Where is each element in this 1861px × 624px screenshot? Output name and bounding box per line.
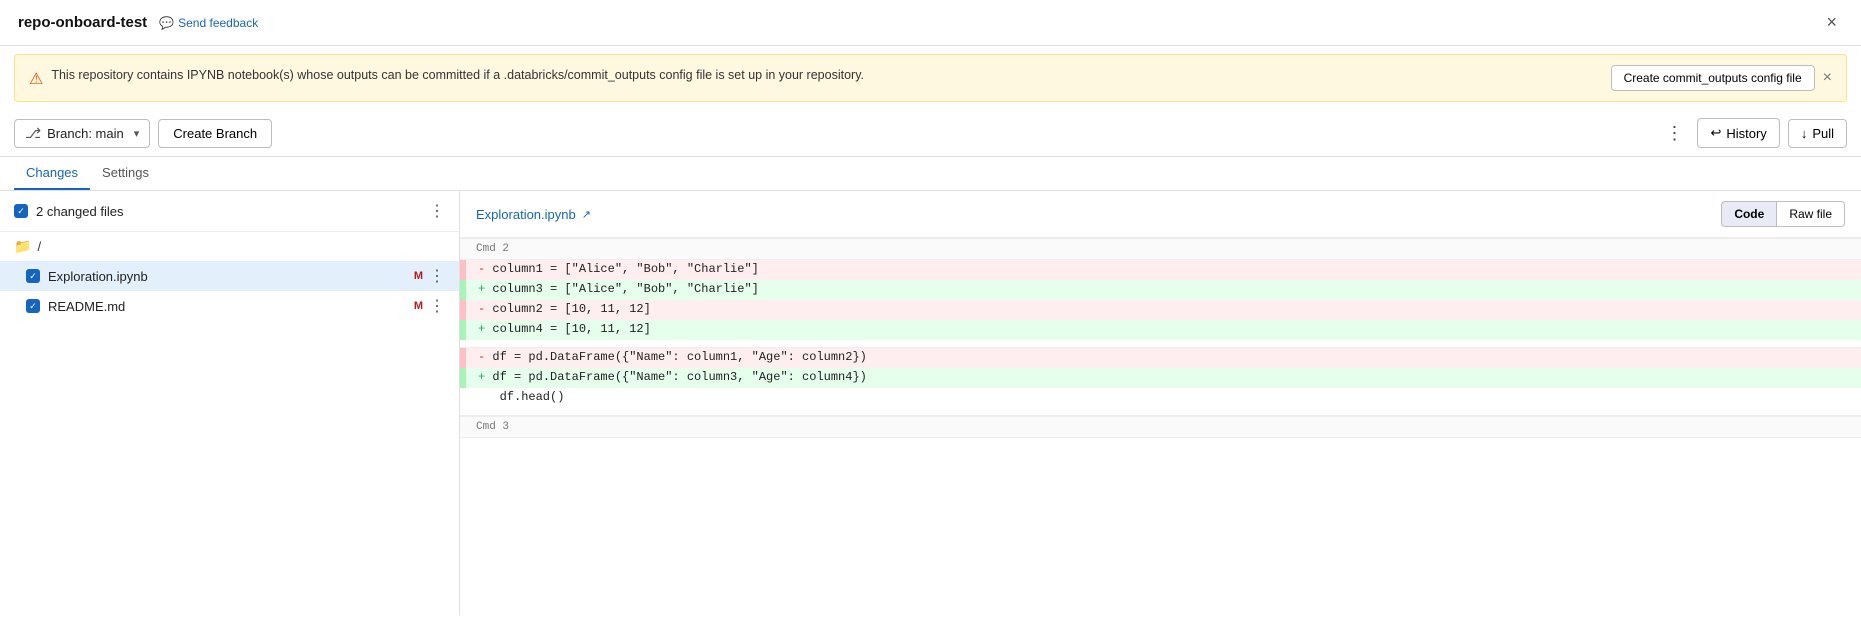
send-feedback-label: Send feedback bbox=[178, 16, 258, 30]
diff-line-text: - df = pd.DataFrame({"Name": column1, "A… bbox=[466, 348, 1861, 368]
minus-prefix: - bbox=[478, 262, 485, 276]
folder-label: / bbox=[37, 239, 41, 254]
file-row[interactable]: README.md M ⋮ bbox=[0, 291, 459, 321]
repo-name: repo-onboard-test bbox=[18, 14, 147, 31]
diff-line: - column2 = [10, 11, 12] bbox=[460, 300, 1861, 320]
file-row-right-readme: M ⋮ bbox=[414, 296, 445, 316]
select-all-checkbox[interactable] bbox=[14, 204, 28, 218]
diff-content: Cmd 2 - column1 = ["Alice", "Bob", "Char… bbox=[460, 238, 1861, 458]
toolbar: ⎇ Branch: main ▾ Create Branch ⋮ ↩ Histo… bbox=[0, 110, 1861, 157]
file-name-readme: README.md bbox=[48, 299, 125, 314]
diff-line-text: + column3 = ["Alice", "Bob", "Charlie"] bbox=[466, 280, 1861, 300]
main-content: 2 changed files ⋮ 📁 / Exploration.ipynb … bbox=[0, 191, 1861, 615]
file-panel-title: 2 changed files bbox=[14, 204, 123, 219]
diff-line: + df = pd.DataFrame({"Name": column3, "A… bbox=[460, 368, 1861, 388]
file-more-readme[interactable]: ⋮ bbox=[429, 296, 445, 316]
history-icon: ↩ bbox=[1710, 125, 1721, 141]
diff-line-text bbox=[466, 438, 1861, 458]
send-feedback-link[interactable]: 💬 Send feedback bbox=[159, 16, 258, 30]
top-bar-left: repo-onboard-test 💬 Send feedback bbox=[18, 14, 258, 31]
diff-line-text: - column1 = ["Alice", "Bob", "Charlie"] bbox=[466, 260, 1861, 280]
toolbar-right: ⋮ ↩ History ↓ Pull bbox=[1659, 118, 1847, 148]
diff-line: df.head() bbox=[460, 388, 1861, 408]
cmd2-label: Cmd 2 bbox=[460, 238, 1861, 260]
create-config-button[interactable]: Create commit_outputs config file bbox=[1611, 65, 1815, 91]
rawfile-view-button[interactable]: Raw file bbox=[1777, 201, 1845, 227]
tab-settings[interactable]: Settings bbox=[90, 157, 161, 190]
diff-spacer bbox=[460, 408, 1861, 416]
diff-line: - df = pd.DataFrame({"Name": column1, "A… bbox=[460, 348, 1861, 368]
banner-right: Create commit_outputs config file × bbox=[1611, 65, 1832, 91]
pull-icon: ↓ bbox=[1801, 126, 1808, 141]
banner-close-button[interactable]: × bbox=[1823, 69, 1832, 87]
tab-changes[interactable]: Changes bbox=[14, 157, 90, 190]
file-panel-header: 2 changed files ⋮ bbox=[0, 191, 459, 232]
minus-prefix: - bbox=[478, 302, 485, 316]
banner-text: This repository contains IPYNB notebook(… bbox=[51, 68, 864, 82]
modified-badge-readme: M bbox=[414, 300, 423, 312]
create-branch-button[interactable]: Create Branch bbox=[158, 119, 272, 148]
code-view-button[interactable]: Code bbox=[1721, 201, 1777, 227]
warning-icon: ⚠ bbox=[29, 69, 43, 89]
modified-badge-exploration: M bbox=[414, 270, 423, 282]
file-panel: 2 changed files ⋮ 📁 / Exploration.ipynb … bbox=[0, 191, 460, 615]
file-row-right-exploration: M ⋮ bbox=[414, 266, 445, 286]
file-row-left: Exploration.ipynb bbox=[26, 269, 148, 284]
diff-line: + column3 = ["Alice", "Bob", "Charlie"] bbox=[460, 280, 1861, 300]
file-checkbox-exploration[interactable] bbox=[26, 269, 40, 283]
diff-filename-text: Exploration.ipynb bbox=[476, 207, 576, 222]
branch-icon: ⎇ bbox=[25, 125, 41, 142]
diff-line: + column4 = [10, 11, 12] bbox=[460, 320, 1861, 340]
file-row[interactable]: Exploration.ipynb M ⋮ bbox=[0, 261, 459, 291]
folder-row: 📁 / bbox=[0, 232, 459, 261]
external-link-icon: ↗ bbox=[582, 208, 591, 221]
branch-selector[interactable]: ⎇ Branch: main ▾ bbox=[14, 119, 150, 148]
toolbar-left: ⎇ Branch: main ▾ Create Branch bbox=[14, 119, 272, 148]
file-checkbox-readme[interactable] bbox=[26, 299, 40, 313]
diff-line-empty bbox=[460, 438, 1861, 458]
folder-icon: 📁 bbox=[14, 238, 31, 255]
diff-panel: Exploration.ipynb ↗ Code Raw file Cmd 2 … bbox=[460, 191, 1861, 615]
diff-line-text: df.head() bbox=[466, 388, 1861, 408]
diff-header: Exploration.ipynb ↗ Code Raw file bbox=[460, 191, 1861, 238]
diff-filename[interactable]: Exploration.ipynb ↗ bbox=[476, 207, 591, 222]
tabs-bar: Changes Settings bbox=[0, 157, 1861, 191]
diff-line: - column1 = ["Alice", "Bob", "Charlie"] bbox=[460, 260, 1861, 280]
plus-prefix: + bbox=[478, 370, 485, 384]
top-bar: repo-onboard-test 💬 Send feedback × bbox=[0, 0, 1861, 46]
minus-prefix: - bbox=[478, 350, 485, 364]
warning-banner: ⚠ This repository contains IPYNB noteboo… bbox=[14, 54, 1847, 102]
history-label: History bbox=[1726, 126, 1766, 141]
cmd3-label: Cmd 3 bbox=[460, 416, 1861, 438]
branch-label: Branch: main bbox=[47, 126, 124, 141]
diff-line-text: - column2 = [10, 11, 12] bbox=[466, 300, 1861, 320]
history-button[interactable]: ↩ History bbox=[1697, 118, 1779, 148]
diff-line-text: + df = pd.DataFrame({"Name": column3, "A… bbox=[466, 368, 1861, 388]
pull-label: Pull bbox=[1812, 126, 1834, 141]
plus-prefix: + bbox=[478, 282, 485, 296]
pull-button[interactable]: ↓ Pull bbox=[1788, 119, 1847, 148]
file-more-exploration[interactable]: ⋮ bbox=[429, 266, 445, 286]
close-button[interactable]: × bbox=[1820, 10, 1843, 35]
file-name-exploration: Exploration.ipynb bbox=[48, 269, 148, 284]
more-options-button[interactable]: ⋮ bbox=[1659, 121, 1689, 146]
file-panel-more-button[interactable]: ⋮ bbox=[429, 201, 445, 221]
dropdown-arrow-icon: ▾ bbox=[134, 127, 140, 140]
diff-view-buttons: Code Raw file bbox=[1721, 201, 1845, 227]
plus-prefix: + bbox=[478, 322, 485, 336]
diff-line-text: + column4 = [10, 11, 12] bbox=[466, 320, 1861, 340]
changed-files-count: 2 changed files bbox=[36, 204, 123, 219]
feedback-icon: 💬 bbox=[159, 16, 174, 30]
banner-left: ⚠ This repository contains IPYNB noteboo… bbox=[29, 68, 864, 89]
diff-spacer bbox=[460, 340, 1861, 348]
file-row-left: README.md bbox=[26, 299, 125, 314]
